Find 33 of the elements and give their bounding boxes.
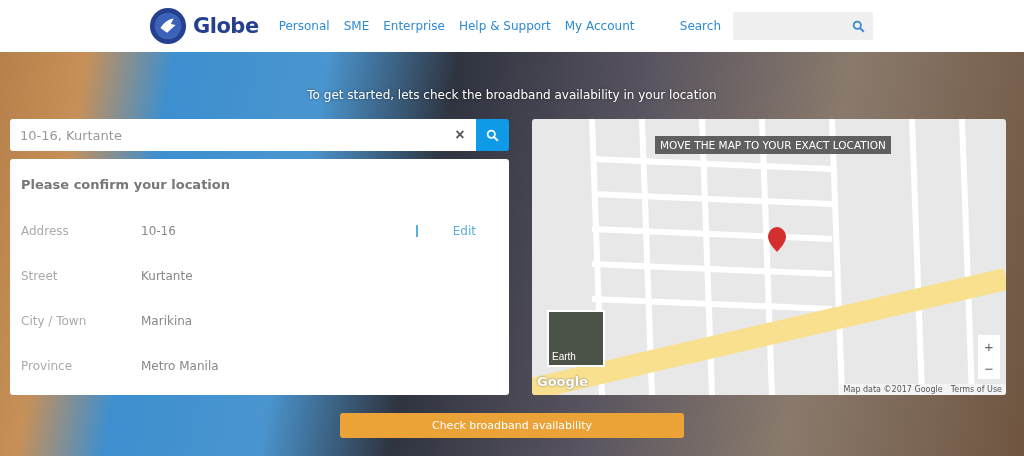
field-value: Metro Manila	[141, 358, 220, 373]
search-icon	[852, 19, 865, 33]
search-button[interactable]	[476, 119, 509, 151]
clear-button[interactable]: ×	[444, 119, 476, 151]
field-label: City / Town	[21, 313, 88, 328]
terms-link[interactable]: Terms of Use	[950, 385, 1002, 394]
field-value: Marikina	[141, 313, 194, 328]
field-label: Province	[21, 358, 74, 373]
card-title: Please confirm your location	[21, 177, 231, 192]
search-label: Search	[679, 19, 721, 33]
edit-link[interactable]: Edit	[452, 223, 476, 238]
check-availability-button[interactable]: Check broadband availability	[340, 413, 684, 438]
field-value: 10-16	[141, 223, 177, 238]
field-label: Address	[21, 223, 70, 238]
map[interactable]: MOVE THE MAP TO YOUR EXACT LOCATION Earth + − Google Map data ©2017 Google Terms of Use	[532, 119, 1006, 395]
nav-link[interactable]: Personal	[278, 19, 330, 33]
separator	[415, 224, 418, 237]
search-icon	[486, 128, 499, 142]
nav-link[interactable]: SME	[343, 19, 370, 33]
logo-text: Globe	[193, 14, 259, 38]
location-search-field[interactable]: 10-16, Kurtante	[10, 119, 444, 151]
field-label: Street	[21, 268, 59, 283]
map-logo: Google	[537, 374, 589, 389]
search-field[interactable]	[733, 12, 873, 40]
nav-link[interactable]: Help & Support	[458, 19, 551, 33]
headline: To get started, lets check the broadband availability in your location	[307, 88, 717, 102]
satellite-toggle-button[interactable]: Earth	[547, 310, 605, 367]
nav-link[interactable]: My Account	[564, 19, 635, 33]
map-hint-banner: MOVE THE MAP TO YOUR EXACT LOCATION	[655, 136, 891, 154]
field-value: Kurtante	[141, 268, 194, 283]
nav-link[interactable]: Enterprise	[383, 19, 445, 33]
map-attribution: Map data ©2017 Google	[843, 385, 943, 394]
globe-logo-icon	[149, 7, 187, 45]
